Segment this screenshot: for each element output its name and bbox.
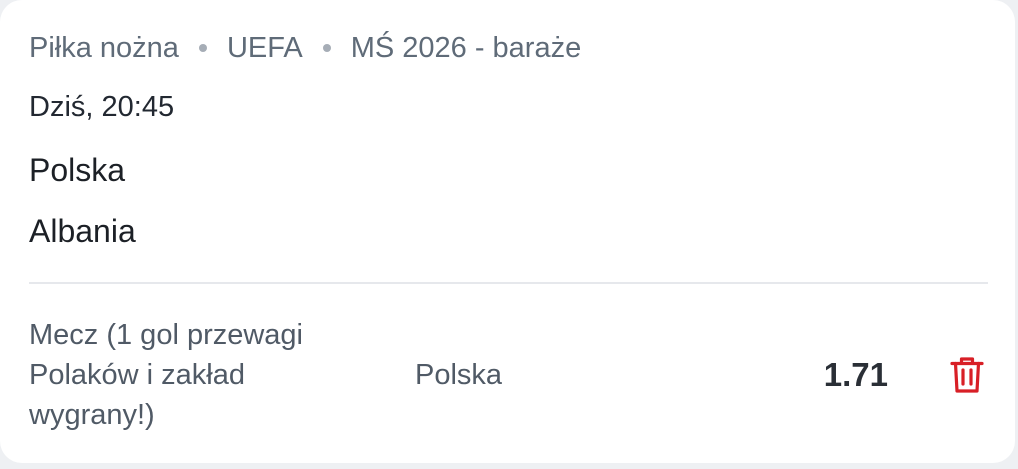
remove-bet-button[interactable] <box>944 352 990 398</box>
bet-slip-card: Piłka nożna UEFA MŚ 2026 - baraże Dziś, … <box>0 0 1015 463</box>
home-team-name: Polska <box>29 152 126 188</box>
event-time: Dziś, 20:45 <box>29 91 175 123</box>
away-team-name: Albania <box>29 213 136 249</box>
bet-odds: 1.71 <box>823 356 888 393</box>
breadcrumb-separator-dot <box>322 44 331 52</box>
bet-selection: Polska <box>415 359 503 391</box>
divider <box>29 282 988 284</box>
breadcrumb-region: UEFA <box>226 31 303 64</box>
breadcrumb-sport: Piłka nożna <box>29 31 179 64</box>
bet-market-name: Mecz (1 gol przewagi Polaków i zakład wy… <box>29 319 303 431</box>
breadcrumb-separator-dot <box>198 44 207 52</box>
breadcrumb: Piłka nożna UEFA MŚ 2026 - baraże <box>29 28 581 68</box>
trash-icon <box>950 357 984 393</box>
breadcrumb-competition: MŚ 2026 - baraże <box>350 31 582 64</box>
